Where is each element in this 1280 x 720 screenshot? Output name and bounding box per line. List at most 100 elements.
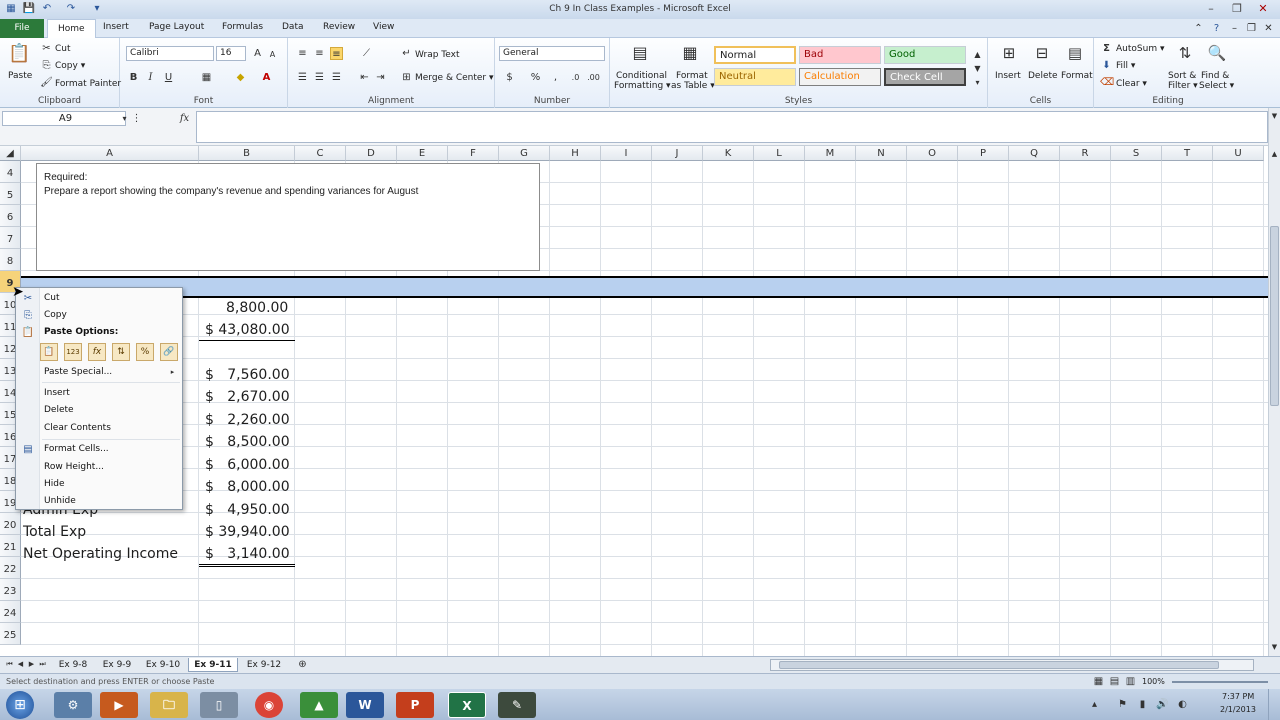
- cell-b17[interactable]: $ 6,000.00: [205, 457, 290, 473]
- increase-decimal-icon[interactable]: .0: [569, 71, 582, 84]
- page-layout-view-icon[interactable]: ▤: [1108, 675, 1121, 688]
- formula-resize-icon[interactable]: ⋮: [130, 112, 143, 125]
- styles-more-icon[interactable]: ▾: [971, 76, 984, 89]
- row-header-4[interactable]: 4: [0, 161, 21, 183]
- sheet-tab-ex-9-12[interactable]: Ex 9-12: [240, 658, 288, 672]
- cell-b21[interactable]: $ 3,140.00: [205, 546, 290, 562]
- tray-arrow-icon[interactable]: ▴: [1088, 698, 1101, 711]
- minimize-button[interactable]: –: [1203, 2, 1219, 16]
- style-calculation[interactable]: Calculation: [799, 68, 881, 86]
- tab-file[interactable]: File: [0, 19, 44, 38]
- row-header-24[interactable]: 24: [0, 601, 21, 623]
- column-header-t[interactable]: T: [1162, 146, 1213, 161]
- scroll-up-icon[interactable]: ▲: [1269, 148, 1280, 161]
- ribbon-minimize-icon[interactable]: ⌃: [1192, 22, 1205, 35]
- comma-icon[interactable]: ,: [549, 71, 562, 84]
- column-header-o[interactable]: O: [907, 146, 958, 161]
- copy-button[interactable]: Copy ▾: [55, 61, 85, 71]
- align-right-icon[interactable]: ☰: [330, 71, 343, 84]
- chrome-icon[interactable]: ◉: [255, 692, 283, 718]
- column-header-g[interactable]: G: [499, 146, 550, 161]
- underline-icon[interactable]: U: [162, 71, 175, 84]
- zoom-level[interactable]: 100%: [1142, 677, 1165, 686]
- column-header-e[interactable]: E: [397, 146, 448, 161]
- align-bottom-icon[interactable]: ≡: [330, 47, 343, 60]
- cut-button[interactable]: Cut: [55, 44, 71, 54]
- conditional-label-2[interactable]: Formatting ▾: [614, 81, 671, 91]
- align-center-icon[interactable]: ☰: [313, 71, 326, 84]
- style-normal[interactable]: Normal: [714, 46, 796, 64]
- volume-icon[interactable]: 🔊: [1156, 698, 1169, 711]
- row-header-8[interactable]: 8: [0, 249, 21, 271]
- column-header-u[interactable]: U: [1213, 146, 1264, 161]
- tray-flag-icon[interactable]: ⚑: [1116, 698, 1129, 711]
- style-bad[interactable]: Bad: [799, 46, 881, 64]
- paste-formatting-icon[interactable]: %: [136, 343, 154, 361]
- find-label-2[interactable]: Select ▾: [1199, 81, 1234, 91]
- column-header-b[interactable]: B: [199, 146, 295, 161]
- number-format-select[interactable]: General: [499, 46, 605, 61]
- align-top-icon[interactable]: ≡: [296, 47, 309, 60]
- menu-row-height[interactable]: Row Height...: [44, 462, 104, 472]
- conditional-label-1[interactable]: Conditional: [616, 71, 667, 81]
- page-break-view-icon[interactable]: ▥: [1124, 675, 1137, 688]
- required-textbox[interactable]: Required: Prepare a report showing the c…: [36, 163, 540, 271]
- row-header-22[interactable]: 22: [0, 557, 21, 579]
- delete-cells-button[interactable]: Delete: [1028, 71, 1058, 81]
- align-left-icon[interactable]: ☰: [296, 71, 309, 84]
- fill-color-icon[interactable]: ◆: [234, 71, 247, 84]
- start-button[interactable]: ⊞: [6, 691, 34, 719]
- menu-unhide[interactable]: Unhide: [44, 496, 76, 506]
- decrease-decimal-icon[interactable]: .00: [587, 71, 600, 84]
- menu-hide[interactable]: Hide: [44, 479, 65, 489]
- row-header-20[interactable]: 20: [0, 513, 21, 535]
- insert-function-icon[interactable]: fx: [178, 112, 191, 125]
- bold-icon[interactable]: B: [127, 71, 140, 84]
- wrap-text-button[interactable]: Wrap Text: [415, 50, 460, 60]
- style-check-cell[interactable]: Check Cell: [884, 68, 966, 86]
- powerpoint-icon[interactable]: P: [396, 692, 434, 718]
- row-header-6[interactable]: 6: [0, 205, 21, 227]
- select-all-corner[interactable]: ◢: [0, 146, 21, 161]
- tab-view[interactable]: View: [373, 22, 394, 32]
- column-header-h[interactable]: H: [550, 146, 601, 161]
- app-tools-icon[interactable]: ⚙: [54, 692, 92, 718]
- vertical-scrollbar[interactable]: ▼ ▲ ▼: [1268, 108, 1280, 656]
- insert-cells-button[interactable]: Insert: [995, 71, 1021, 81]
- taskbar-date[interactable]: 2/1/2013: [1220, 705, 1256, 714]
- paste-values-icon[interactable]: 123: [64, 343, 82, 361]
- column-header-a[interactable]: A: [21, 146, 199, 161]
- cell-b15[interactable]: $ 2,260.00: [205, 412, 290, 428]
- name-box[interactable]: A9: [2, 111, 126, 126]
- cell-b10[interactable]: 8,800.00: [226, 300, 288, 316]
- paste-link-icon[interactable]: 🔗: [160, 343, 178, 361]
- cell-b13[interactable]: $ 7,560.00: [205, 367, 290, 383]
- column-header-j[interactable]: J: [652, 146, 703, 161]
- menu-format-cells[interactable]: Format Cells...: [44, 444, 109, 454]
- font-name-select[interactable]: Calibri: [126, 46, 214, 61]
- menu-clear-contents[interactable]: Clear Contents: [44, 423, 111, 433]
- row-header-5[interactable]: 5: [0, 183, 21, 205]
- tab-insert[interactable]: Insert: [103, 22, 129, 32]
- column-header-i[interactable]: I: [601, 146, 652, 161]
- cell-a21[interactable]: Net Operating Income: [23, 546, 178, 562]
- cell-b18[interactable]: $ 8,000.00: [205, 479, 290, 495]
- doc-restore-button[interactable]: ❐: [1245, 22, 1258, 35]
- column-header-d[interactable]: D: [346, 146, 397, 161]
- last-sheet-icon[interactable]: ⏭: [36, 658, 49, 671]
- find-label-1[interactable]: Find &: [1201, 71, 1229, 81]
- media-player-icon[interactable]: ▶: [100, 692, 138, 718]
- sheet-tab-ex-9-9[interactable]: Ex 9-9: [96, 658, 138, 672]
- column-header-l[interactable]: L: [754, 146, 805, 161]
- menu-paste-special[interactable]: Paste Special...: [44, 367, 112, 377]
- vertical-scroll-thumb[interactable]: [1270, 226, 1279, 406]
- network-icon[interactable]: ▮: [1136, 698, 1149, 711]
- fill-button[interactable]: Fill ▾: [1116, 61, 1135, 71]
- show-desktop-button[interactable]: [1268, 689, 1280, 720]
- sheet-tab-ex-9-11[interactable]: Ex 9-11: [188, 658, 238, 672]
- merge-center-button[interactable]: Merge & Center ▾: [415, 73, 494, 83]
- style-good[interactable]: Good: [884, 46, 966, 64]
- sort-label-2[interactable]: Filter ▾: [1168, 81, 1198, 91]
- zoom-slider[interactable]: [1172, 681, 1268, 683]
- format-table-label-1[interactable]: Format: [676, 71, 708, 81]
